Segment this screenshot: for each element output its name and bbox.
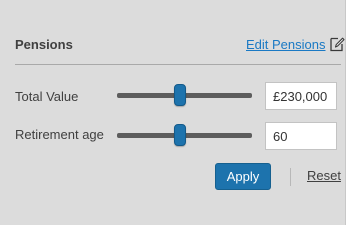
panel-title: Pensions: [15, 37, 73, 52]
edit-pensions-link[interactable]: Edit Pensions: [246, 37, 326, 52]
action-separator: [290, 168, 291, 186]
retirement-age-label: Retirement age: [15, 127, 104, 142]
header-divider: [15, 64, 341, 65]
edit-document-icon[interactable]: [329, 36, 345, 52]
slider-thumb[interactable]: [174, 124, 187, 146]
slider-thumb[interactable]: [174, 84, 187, 106]
total-value-label: Total Value: [15, 89, 79, 104]
pensions-panel: Pensions Edit Pensions Total Value Retir…: [0, 0, 346, 225]
reset-link[interactable]: Reset: [307, 168, 341, 183]
total-value-input[interactable]: [265, 82, 337, 110]
retirement-age-slider[interactable]: [117, 124, 252, 148]
total-value-slider[interactable]: [117, 84, 252, 108]
apply-button[interactable]: Apply: [215, 163, 271, 190]
retirement-age-input[interactable]: [265, 122, 337, 150]
